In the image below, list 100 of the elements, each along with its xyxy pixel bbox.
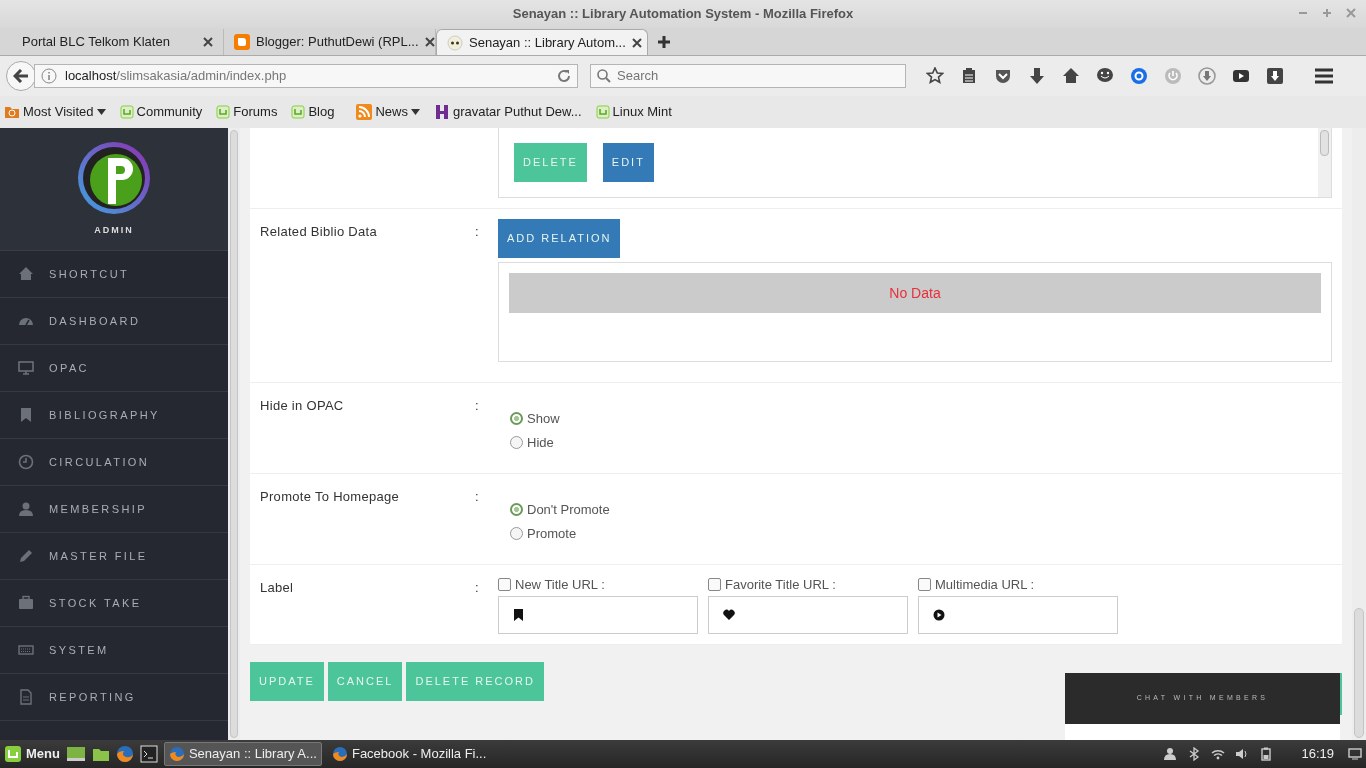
field-label: Hide in OPAC (260, 396, 345, 415)
radio-button[interactable] (510, 436, 523, 449)
checkbox-label: New Title URL : (515, 575, 605, 594)
new-tab-icon[interactable] (658, 36, 670, 48)
download-box-icon[interactable] (1266, 67, 1284, 85)
menu-button[interactable]: Menu (4, 744, 60, 764)
person-icon (18, 501, 34, 517)
user-icon[interactable] (1163, 747, 1178, 761)
close-icon[interactable] (203, 37, 213, 47)
field-label: Label (260, 578, 295, 597)
desktop-icon[interactable] (65, 745, 86, 763)
window-title: Senayan :: Library Automation System - Mozilla Firefox (512, 5, 854, 24)
taskbar-window[interactable]: Facebook - Mozilla Fi... (327, 742, 486, 766)
folder-icon (4, 104, 20, 120)
input-field[interactable] (918, 596, 1118, 634)
search-field[interactable]: Search (590, 64, 906, 88)
firefox-icon[interactable] (115, 745, 134, 763)
bookmark-link[interactable]: Forums (216, 102, 278, 122)
add-relation-button[interactable]: ADD RELATION (498, 219, 621, 258)
checkbox[interactable] (918, 577, 931, 591)
avatar-logo-icon (76, 140, 152, 216)
rss-icon (356, 104, 373, 120)
edit-button[interactable]: EDIT (602, 143, 654, 182)
radio-button[interactable] (510, 527, 523, 540)
menu-item[interactable]: MEMBERSHIP (49, 500, 147, 518)
taskbar-window[interactable]: Senayan :: Library A... (163, 742, 322, 766)
info-icon (41, 68, 57, 84)
user-name: ADMIN (94, 224, 134, 237)
home-icon (18, 266, 34, 282)
menu-item[interactable]: SHORTCUT (49, 265, 130, 283)
browser-tab[interactable]: Blogger: PuthutDewi (RPL... (224, 29, 436, 55)
mint-leaf-icon (216, 105, 231, 119)
show-desktop-icon[interactable] (1348, 747, 1362, 761)
mint-leaf-icon (291, 105, 306, 119)
menu-item[interactable]: BIBLIOGRAPHY (49, 406, 160, 424)
briefcase-icon (18, 595, 34, 611)
clock-icon (18, 454, 34, 470)
back-button[interactable] (6, 61, 36, 91)
bookmark-star-icon[interactable] (926, 67, 944, 85)
option-label: Don't Promote (527, 500, 610, 519)
field-label: Promote To Homepage (260, 487, 401, 506)
document-icon (18, 689, 34, 705)
menu-icon[interactable] (1314, 67, 1334, 85)
menu-item[interactable]: SYSTEM (49, 641, 109, 659)
reload-icon[interactable] (557, 69, 571, 83)
gravatar-icon (433, 104, 450, 120)
colon: : (475, 578, 480, 597)
volume-icon[interactable] (1235, 747, 1250, 761)
keyboard-icon (18, 642, 34, 658)
bookmark-link[interactable]: Community (119, 102, 203, 122)
bookmark-icon (18, 407, 34, 423)
address-bar[interactable]: localhost/slimsakasia/admin/index.php (34, 64, 578, 88)
colon: : (475, 487, 480, 506)
radio-button[interactable] (510, 503, 523, 516)
option-label: Promote (527, 524, 577, 543)
search-icon (597, 69, 611, 83)
browser-tab[interactable]: Portal BLC Telkom Klaten (12, 29, 224, 55)
bookmark-link[interactable]: Linux Mint (595, 102, 672, 122)
colon: : (475, 396, 480, 415)
home-icon[interactable] (1062, 67, 1080, 85)
clock[interactable]: 16:19 (1301, 744, 1334, 764)
firefox-icon (168, 746, 185, 762)
menu-item[interactable]: REPORTING (49, 688, 136, 706)
close-icon[interactable] (631, 37, 642, 48)
menu-item[interactable]: DASHBOARD (49, 312, 141, 330)
browser-tab[interactable]: Senayan :: Library Autom... (436, 29, 648, 55)
input-field[interactable] (708, 596, 908, 634)
search-input[interactable]: Search (617, 66, 899, 86)
terminal-icon[interactable] (139, 745, 158, 763)
download-circle-icon[interactable] (1198, 67, 1216, 85)
monitor-icon (18, 360, 34, 376)
wifi-icon[interactable] (1211, 747, 1226, 761)
menu-item[interactable]: CIRCULATION (49, 453, 150, 471)
close-icon[interactable] (424, 37, 435, 47)
option-label: Show (527, 409, 560, 428)
back-arrow-icon (13, 69, 29, 83)
battery-icon[interactable] (1259, 747, 1274, 761)
field-label: Related Biblio Data (260, 223, 378, 241)
radio-button[interactable] (510, 412, 523, 425)
play-icon (933, 609, 945, 621)
video-icon[interactable] (1232, 67, 1250, 85)
mint-leaf-icon (595, 105, 610, 119)
pencil-icon (18, 548, 34, 564)
menu-item[interactable]: STOCK TAKE (49, 594, 142, 612)
download-icon[interactable] (1028, 67, 1046, 85)
menu-item[interactable]: OPAC (49, 359, 89, 377)
pocket-icon[interactable] (994, 67, 1012, 85)
input-field[interactable] (498, 596, 698, 634)
checkbox[interactable] (708, 577, 721, 591)
bookmark-link[interactable]: Most Visited (4, 102, 106, 122)
empty-message: No Data (509, 272, 1321, 313)
reading-list-icon[interactable] (960, 67, 978, 85)
checkbox[interactable] (498, 577, 511, 591)
bookmark-link[interactable]: gravatar Puthut Dew... (433, 102, 582, 122)
colon: : (475, 223, 480, 241)
option-label: Hide (527, 433, 554, 452)
bookmark-link[interactable]: News (356, 102, 420, 122)
chat-icon[interactable] (1096, 67, 1114, 85)
menu-item[interactable]: MASTER FILE (49, 547, 148, 565)
bookmark-link[interactable]: Blog (291, 102, 335, 122)
